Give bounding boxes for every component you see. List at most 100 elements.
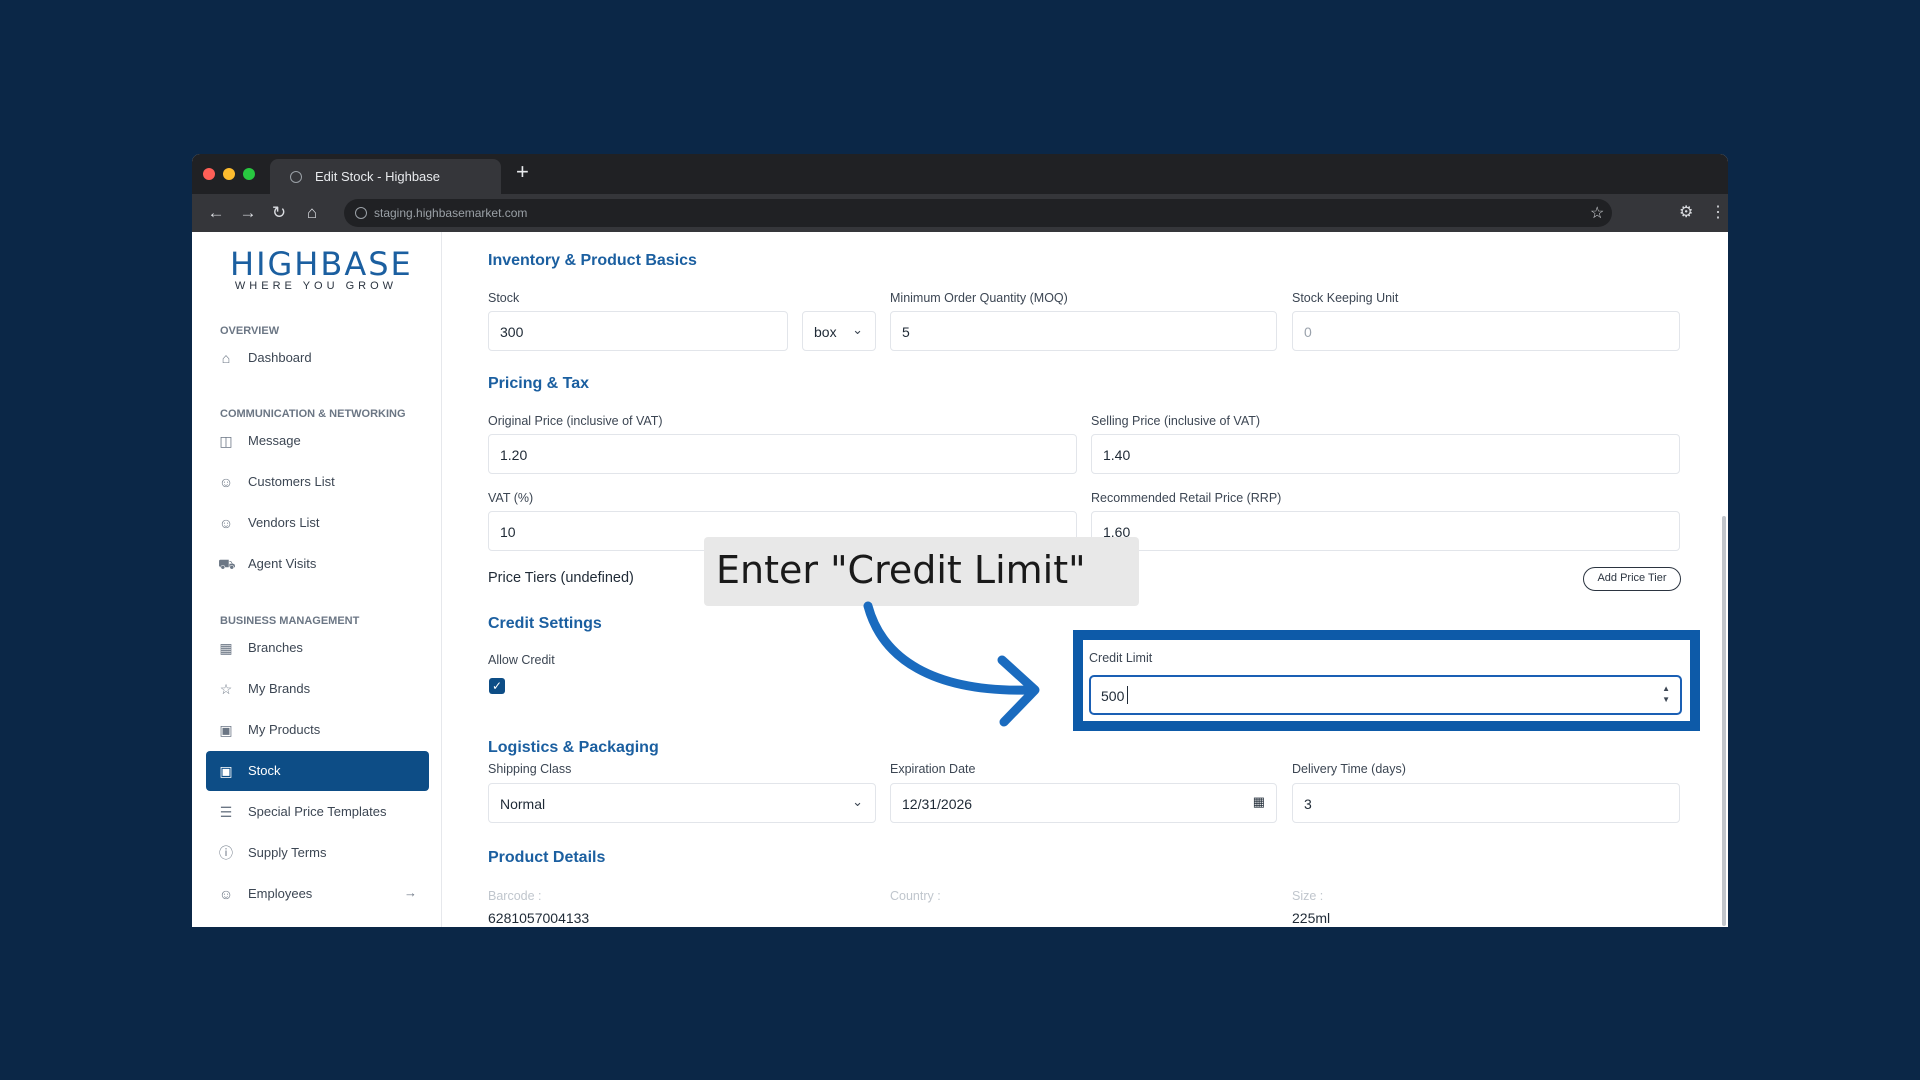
message-icon: ◫ — [219, 433, 233, 449]
new-tab-button[interactable]: + — [516, 161, 529, 183]
calendar-icon[interactable]: ▦ — [1253, 794, 1265, 810]
users-icon: ☺ — [218, 515, 234, 531]
home-icon: ⌂ — [221, 350, 231, 366]
shipping-class-select[interactable]: Normal ⌄ — [488, 783, 876, 823]
selling-price-label: Selling Price (inclusive of VAT) — [1091, 414, 1261, 428]
sidebar-item-stock[interactable]: ▣ Stock — [206, 751, 429, 791]
sidebar-item-supply-terms[interactable]: ⓘ Supply Terms — [206, 833, 429, 873]
allow-credit-checkbox[interactable]: ✓ — [489, 678, 505, 694]
chevron-right-icon: → — [404, 885, 417, 900]
vat-label: VAT (%) — [488, 491, 534, 505]
original-price-value: 1.20 — [500, 447, 528, 463]
globe-icon — [290, 171, 302, 183]
sidebar-item-my-brands[interactable]: ☆ My Brands — [206, 669, 429, 709]
credit-limit-input[interactable]: 500 ▲ ▼ — [1089, 675, 1682, 715]
address-bar[interactable]: staging.highbasemarket.com ☆ — [344, 199, 1612, 227]
sidebar-item-branches[interactable]: ▦ Branches — [206, 628, 429, 668]
moq-label: Minimum Order Quantity (MOQ) — [890, 291, 1068, 305]
section-overview: OVERVIEW — [220, 325, 280, 337]
sidebar-item-agent-visits[interactable]: ⛟ Agent Visits — [206, 544, 429, 584]
sidebar-item-my-products[interactable]: ▣ My Products — [206, 710, 429, 750]
rrp-input[interactable]: 1.60 — [1091, 511, 1680, 551]
sidebar-item-message[interactable]: ◫ Message — [206, 421, 429, 461]
highbase-logo[interactable]: HIGHBASE WHERE YOU GROW — [230, 248, 411, 292]
forward-icon[interactable]: → — [238, 203, 258, 223]
size-label: Size : — [1292, 889, 1324, 903]
section-business-management: BUSINESS MANAGEMENT — [220, 615, 360, 627]
logo-tagline: WHERE YOU GROW — [234, 280, 398, 292]
employees-icon: ☺ — [218, 886, 234, 902]
allow-credit-label: Allow Credit — [488, 653, 555, 667]
reload-icon[interactable]: ↻ — [269, 203, 289, 223]
unit-select[interactable]: box ⌄ — [802, 311, 876, 351]
maximize-window-button[interactable] — [243, 168, 255, 180]
price-tiers-label: Price Tiers (undefined) — [488, 570, 634, 586]
chevron-down-icon: ⌄ — [852, 322, 863, 337]
section-title-credit: Credit Settings — [488, 615, 602, 632]
credit-limit-highlight: Credit Limit 500 ▲ ▼ — [1073, 630, 1700, 731]
bookmark-star-icon[interactable]: ☆ — [1590, 203, 1604, 223]
original-price-input[interactable]: 1.20 — [488, 434, 1077, 474]
stock-input[interactable]: 300 — [488, 311, 788, 351]
moq-input[interactable]: 5 — [890, 311, 1277, 351]
section-communication: COMMUNICATION & NETWORKING — [220, 408, 406, 420]
store-icon: ▦ — [219, 640, 233, 656]
info-icon: ⓘ — [219, 845, 233, 861]
back-icon[interactable]: ← — [206, 203, 226, 223]
sidebar-item-vendors-list[interactable]: ☺ Vendors List — [206, 503, 429, 543]
original-price-label: Original Price (inclusive of VAT) — [488, 414, 663, 428]
extensions-icon[interactable]: ⚙ — [1679, 202, 1693, 222]
expiration-date-input[interactable]: 12/31/2026 ▦ — [890, 783, 1277, 823]
sidebar-item-customers-list[interactable]: ☺ Customers List — [206, 462, 429, 502]
rrp-label: Recommended Retail Price (RRP) — [1091, 491, 1282, 505]
shipping-class-label: Shipping Class — [488, 762, 572, 776]
url-text: staging.highbasemarket.com — [374, 206, 528, 220]
sku-input[interactable]: 0 — [1292, 311, 1680, 351]
size-value: 225ml — [1292, 910, 1331, 926]
sidebar-item-label: Vendors List — [248, 515, 320, 530]
sidebar-item-label: Message — [248, 433, 301, 448]
barcode-value: 6281057004133 — [488, 910, 590, 926]
sidebar-item-dashboard[interactable]: ⌂ Dashboard — [206, 338, 429, 378]
selling-price-input[interactable]: 1.40 — [1091, 434, 1680, 474]
instruction-callout: Enter "Credit Limit" — [704, 537, 1139, 606]
add-price-tier-button[interactable]: Add Price Tier — [1583, 567, 1681, 591]
page-scrollbar[interactable] — [1722, 516, 1726, 926]
delivery-time-input[interactable]: 3 — [1292, 783, 1680, 823]
menu-kebab-icon[interactable]: ⋮ — [1710, 202, 1726, 222]
close-window-button[interactable] — [203, 168, 215, 180]
expiration-date-label: Expiration Date — [890, 762, 976, 776]
shipping-class-value: Normal — [500, 796, 546, 812]
delivery-time-label: Delivery Time (days) — [1292, 762, 1406, 776]
sidebar-item-label: My Brands — [248, 681, 311, 696]
callout-arrow-icon — [863, 601, 1040, 727]
selling-price-value: 1.40 — [1103, 447, 1131, 463]
credit-limit-label: Credit Limit — [1089, 651, 1153, 665]
number-spinner-icon[interactable]: ▲ ▼ — [1662, 683, 1670, 705]
users-icon: ☺ — [218, 474, 234, 490]
sidebar-item-label: Branches — [248, 640, 303, 655]
expiration-date-value: 12/31/2026 — [902, 796, 973, 812]
star-icon: ☆ — [219, 681, 233, 697]
tab-bar: Edit Stock - Highbase + — [192, 154, 1728, 194]
home-icon[interactable]: ⌂ — [302, 203, 322, 223]
sku-label: Stock Keeping Unit — [1292, 291, 1399, 305]
text-caret — [1127, 686, 1128, 704]
sidebar-item-label: Agent Visits — [248, 556, 317, 571]
minimize-window-button[interactable] — [223, 168, 235, 180]
tab-title: Edit Stock - Highbase — [315, 169, 441, 184]
sidebar-item-label: Stock — [248, 763, 281, 778]
site-info-icon[interactable] — [355, 207, 367, 219]
barcode-label: Barcode : — [488, 889, 542, 903]
vat-value: 10 — [500, 524, 516, 540]
browser-tab[interactable]: Edit Stock - Highbase — [270, 159, 501, 194]
sidebar-item-employees[interactable]: ☺ Employees → — [206, 874, 429, 914]
truck-icon: ⛟ — [218, 556, 236, 572]
sidebar-item-label: Dashboard — [248, 350, 312, 365]
credit-limit-value: 500 — [1101, 688, 1125, 704]
stock-value: 300 — [500, 324, 524, 340]
sidebar-item-label: Special Price Templates — [248, 804, 387, 819]
sidebar-item-special-price-templates[interactable]: ☰ Special Price Templates — [206, 792, 429, 832]
stock-label: Stock — [488, 291, 520, 305]
country-label: Country : — [890, 889, 941, 903]
